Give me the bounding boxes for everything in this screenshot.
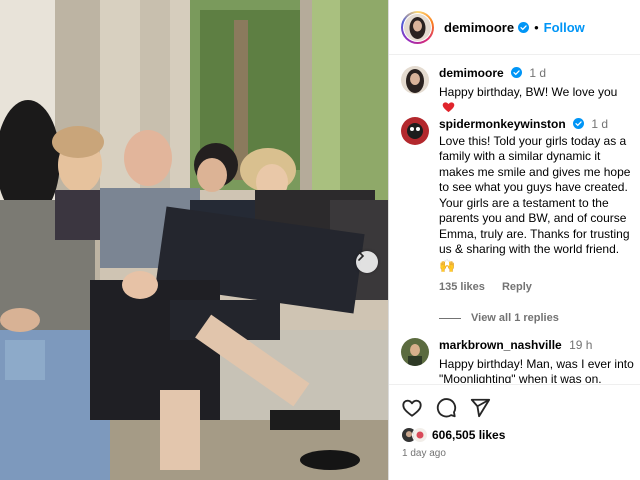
likes-count[interactable]: 606,505 likes xyxy=(432,428,505,442)
reply-button[interactable]: Reply xyxy=(502,281,532,293)
red-heart-emoji-icon xyxy=(442,102,455,113)
post-actions: 606,505 likes 1 day ago xyxy=(389,384,640,480)
liker-avatar xyxy=(412,427,428,443)
comment-username[interactable]: spidermonkeywinston xyxy=(439,117,566,131)
verified-badge-icon xyxy=(573,118,585,129)
heart-icon[interactable] xyxy=(401,397,423,419)
comment-icon[interactable] xyxy=(435,397,457,419)
comments-list[interactable]: demimoore 1 d Happy birthday, BW! We lov… xyxy=(389,56,640,383)
chevron-right-icon xyxy=(358,251,365,261)
view-replies-label: View all 1 replies xyxy=(471,312,559,324)
view-replies-button[interactable]: View all 1 replies xyxy=(439,312,559,324)
likes-summary[interactable]: 606,505 likes xyxy=(401,427,505,443)
comment-emoji: 🙌 xyxy=(439,257,456,273)
comment-text: Love this! Told your girls today as a fa… xyxy=(439,133,631,257)
commenter-avatar[interactable] xyxy=(401,117,429,145)
comment-username[interactable]: markbrown_nashville xyxy=(439,338,562,352)
commenter-avatar[interactable] xyxy=(401,338,429,366)
comment-likes[interactable]: 135 likes xyxy=(439,281,485,293)
comment-time[interactable]: 1 d xyxy=(591,117,608,131)
commenter-avatar[interactable] xyxy=(401,66,429,94)
comment-time[interactable]: 1 d xyxy=(529,66,546,80)
caption-comment: demimoore 1 d Happy birthday, BW! We lov… xyxy=(401,66,636,116)
comment-meta: 135 likes Reply xyxy=(439,280,636,296)
author-username[interactable]: demimoore xyxy=(444,20,514,35)
action-icons xyxy=(401,397,491,419)
comment-text: Happy birthday! Man, was I ever into "Mo… xyxy=(439,356,634,384)
post-photo-illustration xyxy=(0,0,388,480)
replies-divider xyxy=(439,317,461,319)
comment-item: spidermonkeywinston 1 d Love this! Told … xyxy=(401,117,636,296)
author-avatar[interactable] xyxy=(401,10,434,44)
header-separator: • xyxy=(534,19,539,35)
comment-text-content: Happy birthday, BW! We love you xyxy=(439,84,618,99)
verified-badge-icon xyxy=(518,21,530,33)
share-icon[interactable] xyxy=(469,397,491,419)
verified-badge-icon xyxy=(511,67,523,78)
comment-item: markbrown_nashville 19 h Happy birthday!… xyxy=(401,338,636,383)
comment-time[interactable]: 19 h xyxy=(569,338,592,352)
comment-username[interactable]: demimoore xyxy=(439,66,504,80)
post-photo[interactable] xyxy=(0,0,388,480)
author-avatar-image xyxy=(404,13,431,41)
post-side-panel: demimoore • Follow demimoore 1 d Happy b… xyxy=(388,0,640,480)
comment-text: Happy birthday, BW! We love you xyxy=(439,85,636,116)
follow-button[interactable]: Follow xyxy=(544,20,585,35)
post-timestamp[interactable]: 1 day ago xyxy=(402,448,446,459)
post-header: demimoore • Follow xyxy=(389,0,640,55)
next-photo-button[interactable] xyxy=(356,251,378,273)
